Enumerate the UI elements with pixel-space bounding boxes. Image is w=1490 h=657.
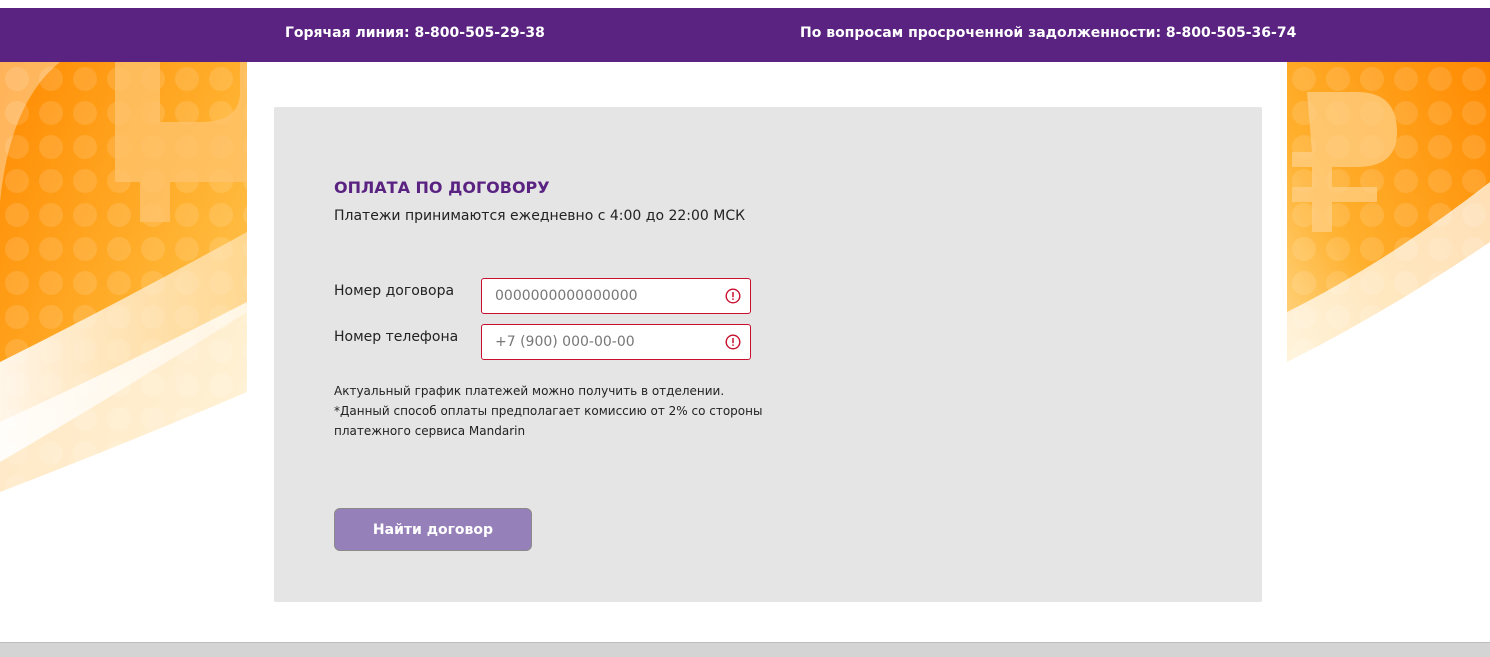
- note-line: *Данный способ оплаты предполагает комис…: [334, 404, 763, 418]
- alert-circle-icon: [725, 288, 741, 304]
- contract-number-field: [481, 278, 751, 314]
- phone-number-field: [481, 324, 751, 360]
- form-subtitle: Платежи принимаются ежедневно с 4:00 до …: [334, 208, 746, 224]
- alert-circle-icon: [725, 334, 741, 350]
- top-strip: [0, 0, 1490, 8]
- find-contract-button[interactable]: Найти договор: [334, 508, 532, 551]
- contract-number-input[interactable]: [482, 279, 718, 313]
- phone-number-label: Номер телефона: [334, 329, 459, 345]
- header-bar: Горячая линия: 8-800-505-29-38 По вопрос…: [0, 8, 1490, 62]
- overdue-debt-hotline-text: По вопросам просроченной задолженности: …: [800, 25, 1297, 41]
- footer-bar: [0, 642, 1490, 657]
- hotline-text: Горячая линия: 8-800-505-29-38: [285, 25, 545, 41]
- page: Горячая линия: 8-800-505-29-38 По вопрос…: [0, 0, 1490, 657]
- payment-form-panel: ОПЛАТА ПО ДОГОВОРУ Платежи принимаются е…: [274, 107, 1262, 602]
- phone-number-input[interactable]: [482, 325, 718, 359]
- form-title: ОПЛАТА ПО ДОГОВОРУ: [334, 178, 550, 197]
- decorative-ruble-background-left: [0, 62, 247, 582]
- payment-note: Актуальный график платежей можно получит…: [334, 381, 764, 441]
- decorative-ruble-background-right: [1287, 62, 1490, 422]
- note-line: Актуальный график платежей можно получит…: [334, 384, 725, 398]
- note-line: платежного сервиса Mandarin: [334, 424, 526, 438]
- contract-number-label: Номер договора: [334, 283, 455, 299]
